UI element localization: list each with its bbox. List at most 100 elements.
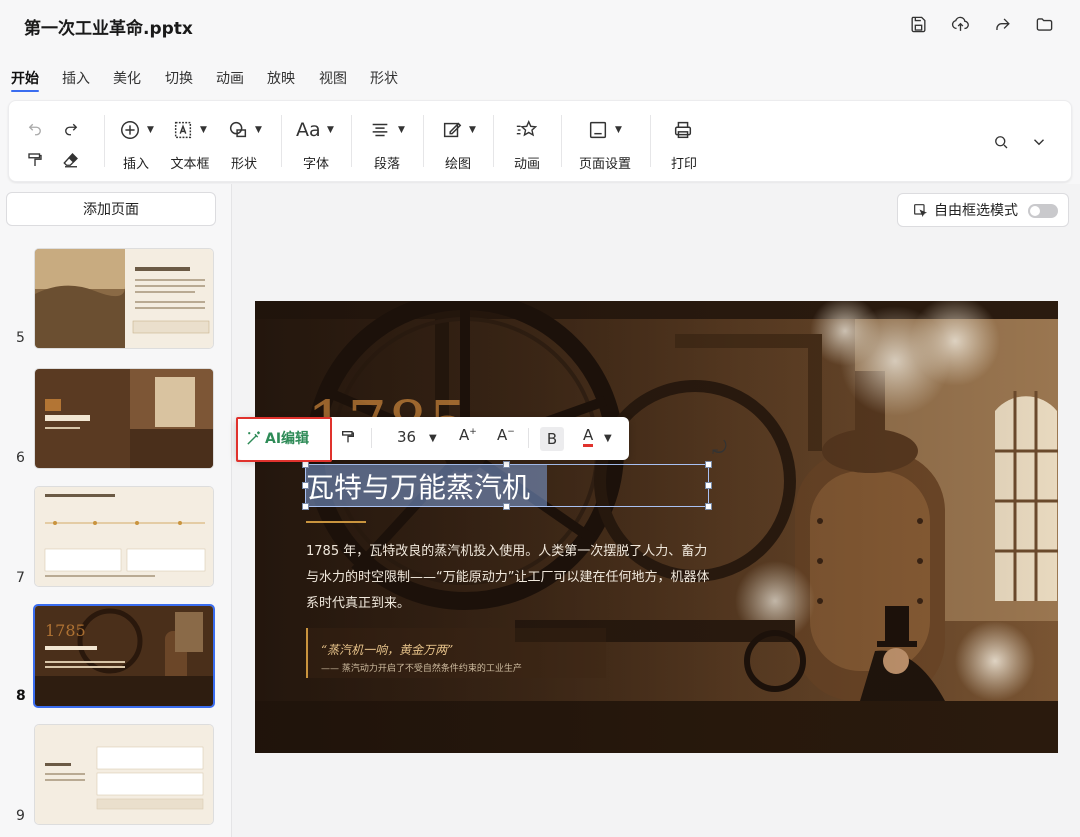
insert-label[interactable]: 插入 xyxy=(123,153,149,172)
slide-number: 9 xyxy=(16,808,25,824)
slide-number: 8 xyxy=(16,688,26,704)
search-icon[interactable] xyxy=(992,133,1010,151)
page-setup-icon[interactable] xyxy=(587,119,609,141)
chevron-down-icon[interactable]: ▼ xyxy=(469,125,476,135)
tab-shape[interactable]: 形状 xyxy=(370,68,398,88)
chevron-down-icon[interactable]: ▼ xyxy=(255,125,262,135)
active-tab-indicator xyxy=(11,90,39,92)
paragraph-icon[interactable] xyxy=(369,119,391,141)
undo-icon[interactable] xyxy=(26,119,44,137)
ai-edit-button[interactable]: AI编辑 xyxy=(245,428,309,448)
resize-handle[interactable] xyxy=(705,503,712,510)
slide-canvas: 自由框选模式 瓦特与万能蒸汽机 1785 年，瓦特改良的蒸汽机投入使用。人类第一… xyxy=(232,184,1080,837)
slide-thumbnail-6[interactable] xyxy=(34,368,214,469)
slide-quote-source[interactable]: —— 蒸汽动力开启了不受自然条件约束的工业生产 xyxy=(321,661,522,674)
chevron-down-icon[interactable]: ▼ xyxy=(200,125,207,135)
ribbon-separator xyxy=(281,115,282,167)
free-select-mode-toggle[interactable]: 自由框选模式 xyxy=(897,193,1069,227)
chevron-down-icon[interactable]: ▼ xyxy=(327,125,334,135)
ribbon-separator xyxy=(493,115,494,167)
font-label[interactable]: 字体 xyxy=(303,153,329,172)
slide-thumbnail-8[interactable]: 1785 xyxy=(33,604,215,708)
slide-body-text[interactable]: 1785 年，瓦特改良的蒸汽机投入使用。人类第一次摆脱了人力、畜力与水力的时空限… xyxy=(306,539,716,617)
print-label[interactable]: 打印 xyxy=(671,153,697,172)
insert-plus-icon[interactable] xyxy=(119,119,141,141)
upload-icon[interactable] xyxy=(950,12,970,36)
slide-number: 6 xyxy=(16,450,25,466)
toolbar-separator xyxy=(371,428,372,448)
redo-icon[interactable] xyxy=(62,119,80,137)
printer-icon[interactable] xyxy=(672,119,694,141)
add-page-button[interactable]: 添加页面 xyxy=(6,192,216,226)
animation-label[interactable]: 动画 xyxy=(514,153,540,172)
tab-transition[interactable]: 切换 xyxy=(165,68,193,88)
share-icon[interactable] xyxy=(992,12,1012,36)
chevron-down-icon[interactable] xyxy=(1030,133,1048,151)
draw-label[interactable]: 绘图 xyxy=(445,153,471,172)
format-painter-icon[interactable] xyxy=(340,428,356,450)
font-icon[interactable]: Aa xyxy=(296,119,321,141)
eraser-icon[interactable] xyxy=(62,151,80,169)
title-bar: 第一次工业革命.pptx xyxy=(0,0,1080,52)
textbox-label[interactable]: 文本框 xyxy=(170,153,209,172)
slide-thumbnail-5[interactable] xyxy=(34,248,214,349)
shape-icon[interactable] xyxy=(227,119,249,141)
ribbon-separator xyxy=(650,115,651,167)
slide-main[interactable]: 1785 瓦特与万能蒸汽机 1785 年，瓦特改良的蒸汽机投入使用。人类第一次摆… xyxy=(255,301,1058,753)
increase-font-glyph: A xyxy=(459,426,470,444)
resize-handle[interactable] xyxy=(503,503,510,510)
ai-edit-label: AI编辑 xyxy=(265,431,310,447)
chevron-down-icon[interactable]: ▼ xyxy=(604,433,612,444)
ribbon-area: ▼ 插入 ▼ 文本框 ▼ 形状 Aa ▼ 字体 ▼ 段落 ▼ 绘图 动画 ▼ 页… xyxy=(0,96,1080,184)
slide-thumbnail-7[interactable] xyxy=(34,486,214,587)
resize-handle[interactable] xyxy=(302,461,309,468)
ribbon-toolbar: ▼ 插入 ▼ 文本框 ▼ 形状 Aa ▼ 字体 ▼ 段落 ▼ 绘图 动画 ▼ 页… xyxy=(8,100,1072,182)
resize-handle[interactable] xyxy=(302,503,309,510)
folder-icon[interactable] xyxy=(1034,12,1054,36)
animation-star-icon[interactable] xyxy=(515,119,537,141)
free-select-mode-label: 自由框选模式 xyxy=(934,203,1018,219)
rotate-handle-icon[interactable]: ⤾ xyxy=(712,438,727,459)
font-size-value[interactable]: 36 xyxy=(397,428,416,446)
select-box-icon xyxy=(914,204,928,218)
save-icon[interactable] xyxy=(908,12,928,36)
magic-wand-icon xyxy=(247,430,260,445)
tab-beautify[interactable]: 美化 xyxy=(113,68,141,88)
chevron-down-icon[interactable]: ▼ xyxy=(429,433,437,444)
chevron-down-icon[interactable]: ▼ xyxy=(398,125,405,135)
title-actions xyxy=(908,12,1054,36)
chevron-down-icon[interactable]: ▼ xyxy=(615,125,622,135)
slide-quote[interactable]: “蒸汽机一响，黄金万两” xyxy=(321,641,453,658)
toggle-switch[interactable] xyxy=(1028,204,1058,218)
tab-view[interactable]: 视图 xyxy=(319,68,347,88)
ribbon-separator xyxy=(104,115,105,167)
tab-home[interactable]: 开始 xyxy=(11,68,39,88)
slide-number: 7 xyxy=(16,570,25,586)
resize-handle[interactable] xyxy=(705,461,712,468)
page-setup-label[interactable]: 页面设置 xyxy=(579,153,631,172)
chevron-down-icon[interactable]: ▼ xyxy=(147,125,154,135)
tab-animation[interactable]: 动画 xyxy=(216,68,244,88)
increase-font-icon[interactable]: A+ xyxy=(459,426,477,444)
decrease-font-icon[interactable]: A− xyxy=(497,426,515,444)
tab-slideshow[interactable]: 放映 xyxy=(267,68,295,88)
format-painter-icon[interactable] xyxy=(26,151,44,169)
app-window: 第一次工业革命.pptx 开始 插入 美化 切换 动画 放映 视图 形状 ▼ 插… xyxy=(0,0,1080,837)
bold-button[interactable]: B xyxy=(540,427,564,451)
paragraph-label[interactable]: 段落 xyxy=(374,153,400,172)
textbox-icon[interactable] xyxy=(172,119,194,141)
slide-background-image xyxy=(255,301,1058,753)
draw-icon[interactable] xyxy=(441,119,463,141)
slide-title[interactable]: 瓦特与万能蒸汽机 xyxy=(306,466,530,506)
shape-label[interactable]: 形状 xyxy=(231,153,257,172)
slide-thumbnail-9[interactable] xyxy=(34,724,214,825)
tab-insert[interactable]: 插入 xyxy=(62,68,90,88)
menu-bar: 开始 插入 美化 切换 动画 放映 视图 形状 xyxy=(0,52,1080,96)
slide-thumbnail-panel: 添加页面 5 6 7 8 1785 9 xyxy=(0,184,232,837)
resize-handle[interactable] xyxy=(302,482,309,489)
ribbon-separator xyxy=(561,115,562,167)
resize-handle[interactable] xyxy=(503,461,510,468)
resize-handle[interactable] xyxy=(705,482,712,489)
slide-number: 5 xyxy=(16,330,25,346)
font-color-button[interactable]: A xyxy=(583,426,594,447)
